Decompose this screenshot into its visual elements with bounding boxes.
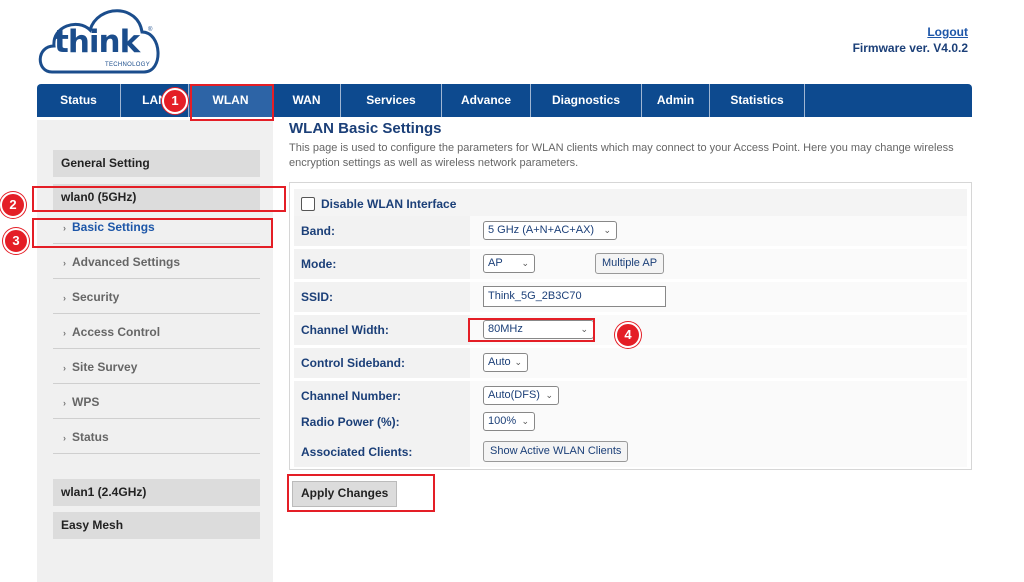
control-sideband-label: Control Sideband: [301, 356, 405, 370]
sidebar: General Setting wlan0 (5GHz) › Basic Sett… [37, 120, 273, 582]
sidebar-item-access-control[interactable]: › Access Control [53, 315, 260, 349]
chevron-right-icon: › [63, 328, 66, 338]
sidebar-item-label: Basic Settings [72, 220, 155, 234]
band-value-cell: 5 GHz (A+N+AC+AX) ⌄ [470, 216, 967, 246]
chevron-down-icon: ⌄ [521, 416, 529, 426]
sidebar-item-label: Security [72, 290, 120, 304]
logo-text: think [54, 24, 140, 60]
radio-power-select[interactable]: 100% ⌄ [483, 412, 535, 431]
mode-value: AP [488, 257, 503, 269]
chevron-down-icon: ⌄ [580, 324, 588, 334]
chevron-down-icon: ⌄ [603, 225, 611, 235]
disable-wlan-checkbox[interactable] [301, 197, 315, 211]
disable-wlan-label: Disable WLAN Interface [321, 197, 457, 211]
sidebar-item-status[interactable]: › Status [53, 420, 260, 454]
apply-changes-button[interactable]: Apply Changes [292, 481, 398, 507]
sidebar-item-wps[interactable]: › WPS [53, 385, 260, 419]
associated-clients-value-cell: Show Active WLAN Clients [470, 437, 967, 467]
tab-admin[interactable]: Admin [642, 84, 710, 117]
mode-select[interactable]: AP ⌄ [483, 254, 535, 273]
chevron-down-icon: ⌄ [545, 390, 553, 400]
ssid-row: SSID: Think_5G_2B3C70 [294, 282, 967, 312]
channel-number-select[interactable]: Auto(DFS) ⌄ [483, 386, 559, 405]
chevron-down-icon: ⌄ [521, 258, 529, 268]
sidebar-general-setting[interactable]: General Setting [53, 150, 260, 177]
ssid-value-cell: Think_5G_2B3C70 [470, 282, 967, 312]
chevron-down-icon: ⌄ [514, 357, 522, 367]
sidebar-easy-mesh[interactable]: Easy Mesh [53, 512, 260, 539]
channel-width-label: Channel Width: [301, 323, 389, 337]
tab-statistics[interactable]: Statistics [710, 84, 805, 117]
control-sideband-select[interactable]: Auto ⌄ [483, 353, 528, 372]
sidebar-item-label: Access Control [72, 325, 161, 339]
tab-wlan[interactable]: WLAN [189, 84, 273, 117]
sidebar-item-label: Site Survey [72, 360, 138, 374]
multiple-ap-button[interactable]: Multiple AP [595, 253, 665, 274]
chevron-right-icon: › [63, 223, 66, 233]
radio-power-value-cell: 100% ⌄ [470, 407, 967, 437]
mode-label: Mode: [301, 257, 337, 271]
sidebar-wlan0[interactable]: wlan0 (5GHz) [53, 184, 260, 211]
band-select[interactable]: 5 GHz (A+N+AC+AX) ⌄ [483, 221, 617, 240]
chevron-right-icon: › [63, 398, 66, 408]
disable-wlan-row: Disable WLAN Interface [294, 189, 967, 219]
tab-services[interactable]: Services [341, 84, 442, 117]
channel-width-select[interactable]: 80MHz ⌄ [483, 320, 594, 339]
step-badge-2: 2 [0, 192, 26, 218]
sidebar-item-advanced-settings[interactable]: › Advanced Settings [53, 245, 260, 279]
sidebar-wlan1[interactable]: wlan1 (2.4GHz) [53, 479, 260, 506]
logo-subtext: TECHNOLOGY [105, 62, 151, 68]
tab-wan[interactable]: WAN [273, 84, 341, 117]
associated-clients-row: Associated Clients: Show Active WLAN Cli… [294, 437, 967, 467]
page-title: WLAN Basic Settings [289, 120, 442, 137]
radio-power-label: Radio Power (%): [301, 415, 400, 429]
show-active-clients-button[interactable]: Show Active WLAN Clients [483, 441, 629, 462]
sidebar-item-label: Advanced Settings [72, 255, 181, 269]
sidebar-item-security[interactable]: › Security [53, 280, 260, 314]
chevron-right-icon: › [63, 258, 66, 268]
sidebar-item-basic-settings[interactable]: › Basic Settings [53, 210, 260, 244]
sidebar-item-label: Status [72, 430, 109, 444]
channel-width-value-cell: 80MHz ⌄ [470, 315, 967, 345]
chevron-right-icon: › [63, 363, 66, 373]
channel-width-value: 80MHz [488, 323, 523, 335]
tab-diagnostics[interactable]: Diagnostics [531, 84, 642, 117]
firmware-version: Firmware ver. V4.0.2 [852, 41, 968, 55]
radio-power-value: 100% [488, 415, 517, 427]
band-value: 5 GHz (A+N+AC+AX) [488, 224, 595, 236]
ssid-input[interactable]: Think_5G_2B3C70 [483, 286, 666, 307]
think-logo: think ® TECHNOLOGY [34, 2, 164, 76]
mode-value-cell: AP ⌄ Multiple AP [470, 249, 967, 279]
control-sideband-value: Auto [488, 356, 511, 368]
step-badge-4: 4 [615, 322, 641, 348]
control-sideband-value-cell: Auto ⌄ [470, 348, 967, 378]
band-label: Band: [301, 224, 335, 238]
sidebar-item-site-survey[interactable]: › Site Survey [53, 350, 260, 384]
sidebar-item-label: WPS [72, 395, 100, 409]
tab-advance[interactable]: Advance [442, 84, 531, 117]
channel-number-value: Auto(DFS) [488, 389, 540, 401]
page-description: This page is used to configure the param… [289, 142, 954, 169]
logout-link[interactable]: Logout [853, 25, 968, 39]
associated-clients-label: Associated Clients: [301, 445, 413, 459]
chevron-right-icon: › [63, 293, 66, 303]
chevron-right-icon: › [63, 433, 66, 443]
mode-row: Mode: AP ⌄ Multiple AP [294, 249, 967, 279]
header-right: Logout Firmware ver. V4.0.2 [853, 25, 968, 55]
band-row: Band: 5 GHz (A+N+AC+AX) ⌄ [294, 216, 967, 246]
control-sideband-row: Control Sideband: Auto ⌄ [294, 348, 967, 378]
ssid-label: SSID: [301, 290, 334, 304]
registered-icon: ® [148, 27, 153, 33]
step-badge-1: 1 [162, 88, 188, 114]
radio-power-row: Radio Power (%): 100% ⌄ [294, 407, 967, 437]
step-badge-3: 3 [3, 228, 29, 254]
tab-status[interactable]: Status [37, 84, 121, 117]
